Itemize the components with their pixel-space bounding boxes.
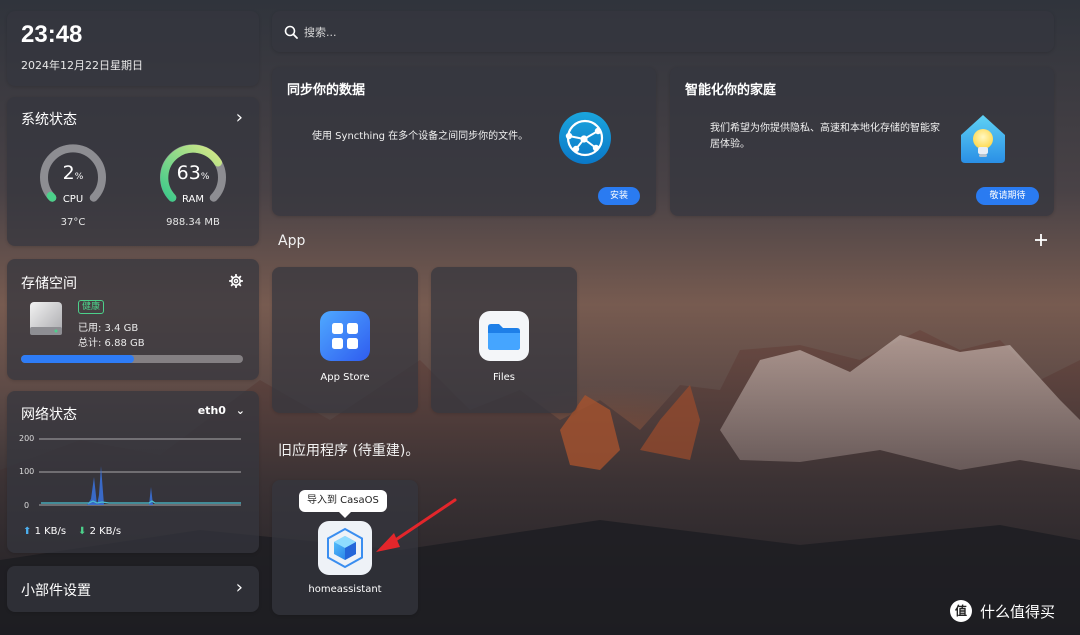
storage-progress-bar [21,355,243,363]
chevron-right-icon[interactable]: › [236,577,243,598]
storage-progress-fill [21,355,135,363]
install-button[interactable]: 安装 [598,187,640,205]
storage-title: 存储空间 [21,276,77,292]
download-rate: ⬇ 2 KB/s [78,526,121,537]
smart-home-card-title: 智能化你的家庭 [685,83,777,98]
watermark-logo-icon: 值 [950,600,972,622]
storage-used: 已用: 3.4 GB [78,323,139,334]
cpu-gauge: 2% CPU [36,140,110,214]
upload-series-line [41,500,241,504]
legacy-section-title: 旧应用程序 (待重建)。 [278,443,420,459]
clock-time: 23:48 [21,21,83,48]
health-badge: 健康 [78,300,105,314]
cpu-temperature: 37°C [60,217,86,228]
ram-label: RAM [181,194,204,205]
folder-icon [478,310,530,362]
annotation-arrow [376,498,457,552]
cpu-label: CPU [62,194,84,205]
upload-value: 1 KB/s [34,526,67,537]
smart-home-card[interactable]: 智能化你的家庭 我们希望为你提供隐私、高速和本地化存储的智能家居体验。 敬请期待 [670,67,1054,216]
add-app-icon[interactable] [1033,232,1049,248]
app-tile-app-store[interactable]: App Store [272,267,418,413]
system-status-widget[interactable]: 系统状态 › 2% CPU 37°C 63% RAM 988.34 MB [7,97,259,246]
ram-gauge: 63% RAM [156,140,230,214]
watermark-text: 什么值得买 [980,603,1056,621]
app-name: homeassistant [308,584,382,595]
network-title: 网络状态 [21,407,77,423]
smart-home-card-description: 我们希望为你提供隐私、高速和本地化存储的智能家居体验。 [710,123,940,150]
sync-card-description: 使用 Syncthing 在多个设备之间同步你的文件。 [312,131,529,142]
upload-rate: ⬆ 1 KB/s [23,526,66,537]
storage-widget[interactable]: 存储空间 健康 已用: 3.4 GB 总计: 6.88 GB [7,259,259,380]
storage-total: 总计: 6.88 GB [78,338,145,349]
app-name: App Store [320,372,370,383]
widget-settings-label: 小部件设置 [21,583,91,599]
widget-settings-button[interactable]: 小部件设置 › [7,566,259,612]
ram-value: 63 [176,162,201,184]
arrow-down-icon: ⬇ [78,526,87,537]
cpu-value: 2 [62,162,75,184]
app-store-icon [319,310,371,362]
chevron-down-icon: ⌄ [235,404,245,417]
ram-unit: % [200,172,210,182]
chevron-right-icon[interactable]: › [236,107,243,128]
download-value: 2 KB/s [89,526,122,537]
arrow-up-icon: ⬆ [23,526,32,537]
system-status-title: 系统状态 [21,112,77,128]
disk-icon [27,301,65,337]
search-icon [284,24,298,43]
network-widget[interactable]: 网络状态 eth0 ⌄ 200 100 0 ⬆ 1 KB/s ⬇ 2 KB/s [7,391,259,553]
search-bar[interactable]: 搜索... [272,11,1054,52]
app-section-title: App [278,233,306,249]
smart-home-icon [954,109,1012,167]
interface-name: eth0 [197,404,226,417]
search-input[interactable]: 搜索... [304,24,337,40]
clock-date: 2024年12月22日星期日 [21,59,143,72]
homeassistant-icon [317,520,373,576]
sync-card[interactable]: 同步你的数据 使用 Syncthing 在多个设备之间同步你的文件。 安装 [272,67,656,216]
network-chart: 200 100 0 [19,431,247,513]
gear-icon[interactable] [228,273,244,289]
interface-select[interactable]: eth0 ⌄ [198,404,245,417]
syncthing-icon [558,111,612,165]
app-tile-files[interactable]: Files [431,267,577,413]
cpu-unit: % [74,172,84,182]
app-name: Files [493,372,515,383]
clock-widget: 23:48 2024年12月22日星期日 [7,11,259,86]
ram-usage: 988.34 MB [166,217,220,228]
sync-card-title: 同步你的数据 [287,83,366,98]
coming-soon-button[interactable]: 敬请期待 [976,187,1039,205]
